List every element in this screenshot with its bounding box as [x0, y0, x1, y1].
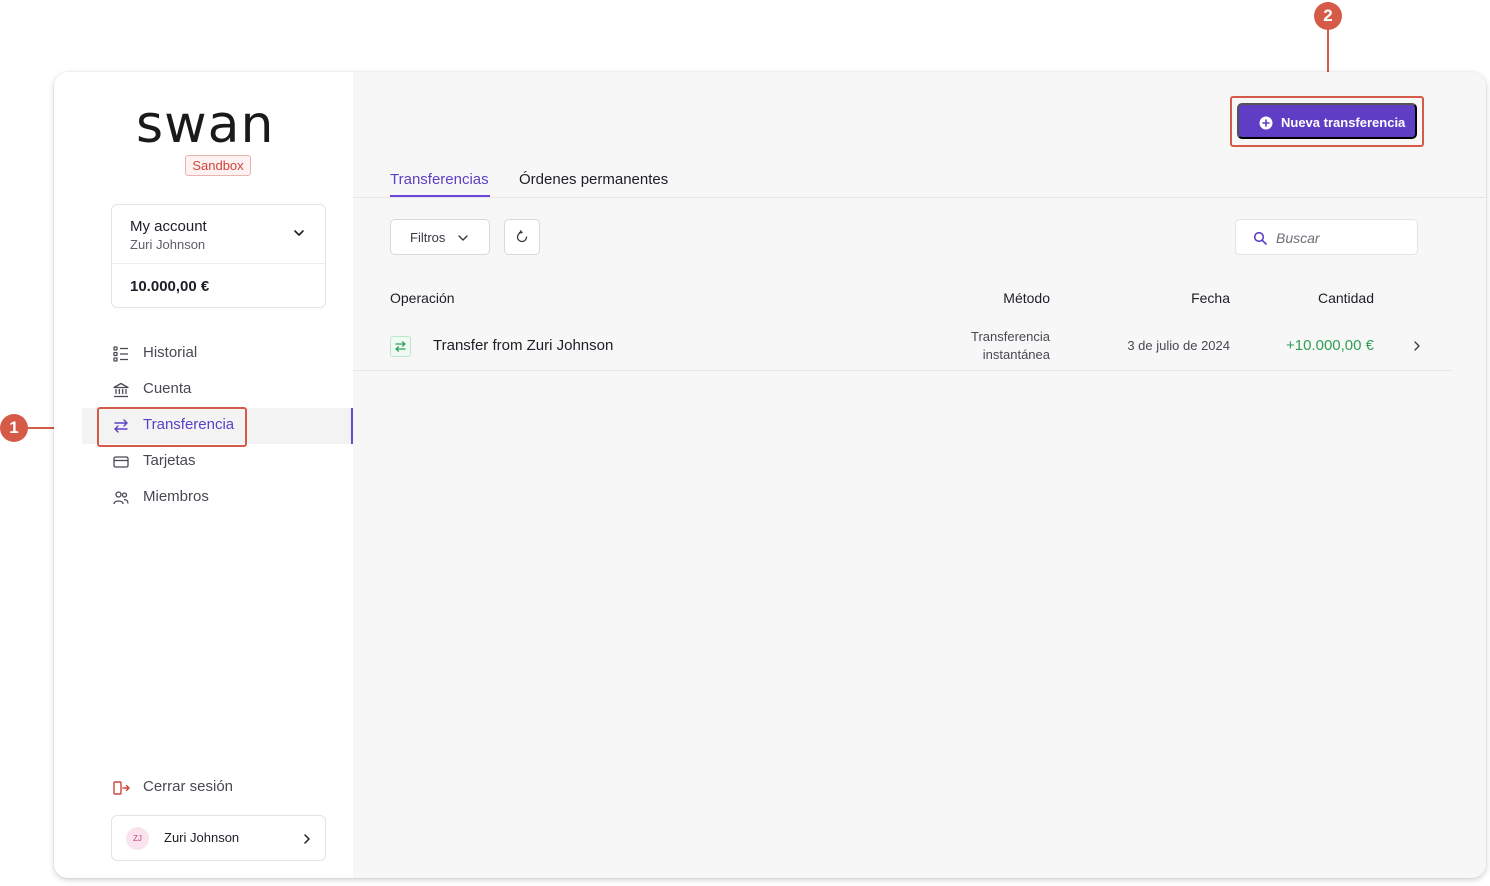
search-icon	[1253, 231, 1267, 245]
search-input[interactable]	[1276, 228, 1406, 248]
tabs-bar: Transferencias Órdenes permanentes	[353, 168, 1486, 198]
list-icon	[113, 346, 128, 362]
callout-highlight-2	[1230, 96, 1424, 147]
filters-button[interactable]: Filtros	[390, 219, 490, 255]
chevron-down-icon[interactable]	[292, 226, 306, 240]
sidebar-item-miembros[interactable]: Miembros	[82, 480, 353, 516]
column-header-date: Fecha	[1191, 290, 1230, 306]
chevron-right-icon	[304, 834, 310, 844]
column-header-operation: Operación	[390, 290, 455, 306]
sidebar-item-label: Cuenta	[143, 380, 192, 397]
operation-name: Transfer from Zuri Johnson	[433, 337, 614, 354]
sidebar-item-cuenta[interactable]: Cuenta	[82, 372, 353, 408]
swan-logo: swan	[136, 95, 275, 155]
user-name: Zuri Johnson	[164, 830, 240, 845]
table-row[interactable]: Transfer from Zuri Johnson Transferencia…	[353, 320, 1453, 371]
sidebar-item-label: Historial	[143, 344, 198, 361]
tab-transferencias[interactable]: Transferencias	[390, 171, 489, 188]
account-balance: 10.000,00 €	[130, 278, 210, 295]
operation-amount: +10.000,00 €	[1285, 337, 1374, 354]
tab-active-underline	[390, 195, 490, 197]
card-icon	[113, 456, 129, 468]
chevron-right-icon[interactable]	[1411, 340, 1423, 352]
refresh-icon	[516, 230, 528, 243]
account-name: My account	[130, 218, 207, 235]
method-line: Transferencia	[971, 329, 1050, 344]
sidebar-item-label: Tarjetas	[143, 452, 196, 469]
callout-badge-2: 2	[1314, 2, 1342, 30]
logout-icon	[113, 781, 130, 795]
transfer-row-icon	[390, 336, 411, 357]
chevron-down-icon	[458, 235, 468, 241]
search-box[interactable]	[1235, 219, 1418, 255]
callout-badge-1: 1	[0, 414, 28, 442]
avatar: ZJ	[126, 827, 149, 850]
operation-method: Transferencia instantánea	[933, 328, 1050, 364]
transfer-icon	[395, 341, 406, 352]
sidebar-item-label: Miembros	[143, 488, 209, 505]
sidebar-item-historial[interactable]: Historial	[82, 336, 353, 372]
operation-date: 3 de julio de 2024	[1127, 338, 1230, 353]
account-selector[interactable]: My account Zuri Johnson 10.000,00 €	[111, 204, 326, 308]
column-header-method: Método	[1003, 290, 1050, 306]
main-content: Nueva transferencia Transferencias Órden…	[353, 72, 1486, 878]
method-line: instantánea	[982, 347, 1050, 362]
refresh-button[interactable]	[504, 219, 540, 255]
bank-icon	[113, 382, 129, 398]
callout-highlight-1	[97, 407, 247, 447]
sidebar-item-tarjetas[interactable]: Tarjetas	[82, 444, 353, 480]
filters-label: Filtros	[410, 230, 446, 245]
account-holder: Zuri Johnson	[130, 237, 206, 252]
sandbox-badge: Sandbox	[185, 155, 251, 176]
tab-ordenes-permanentes[interactable]: Órdenes permanentes	[519, 171, 668, 188]
logout-label: Cerrar sesión	[143, 778, 234, 795]
account-header[interactable]: My account Zuri Johnson	[112, 205, 325, 264]
sidebar: swan Sandbox My account Zuri Johnson 10.…	[54, 72, 354, 878]
app-window: swan Sandbox My account Zuri Johnson 10.…	[54, 72, 1486, 878]
logout-button[interactable]: Cerrar sesión	[112, 776, 312, 800]
user-profile-card[interactable]: ZJ Zuri Johnson	[111, 815, 326, 861]
column-header-amount: Cantidad	[1317, 290, 1374, 306]
members-icon	[113, 491, 129, 505]
